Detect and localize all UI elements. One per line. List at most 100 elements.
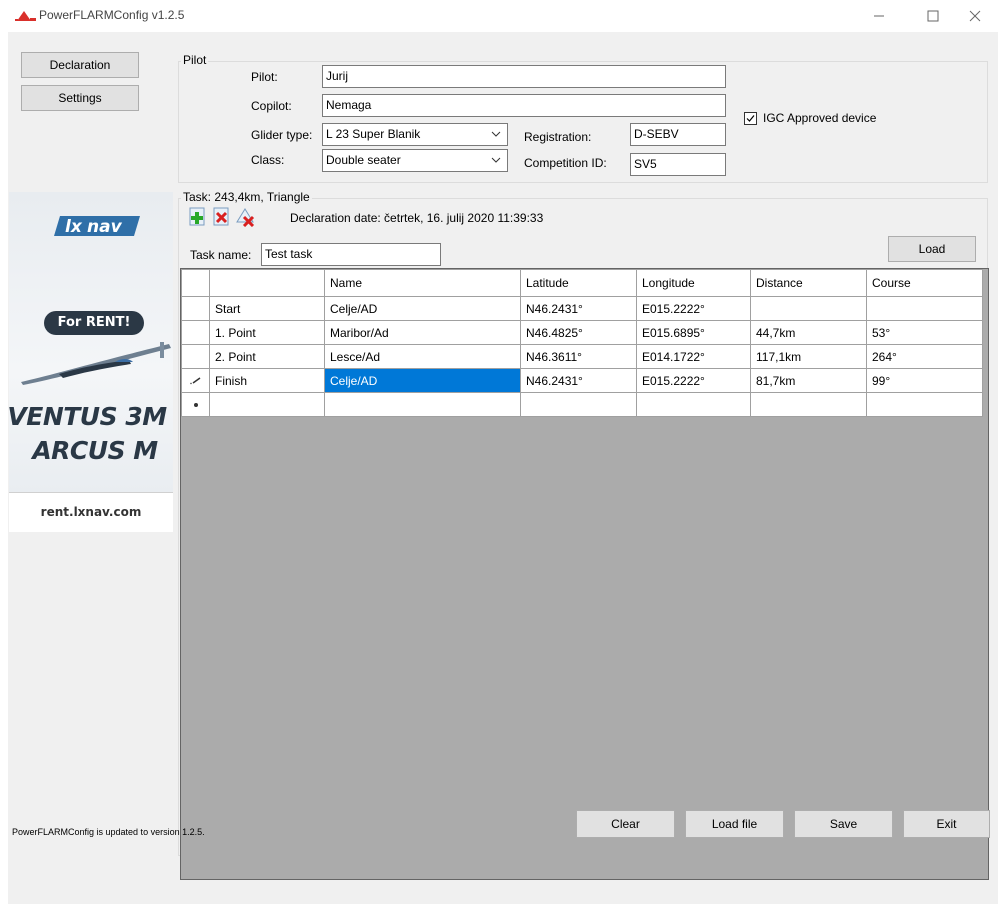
table-cell[interactable]: 2. Point: [209, 344, 325, 369]
glider-type-label: Glider type:: [251, 128, 313, 142]
lxnav-logo: lx nav: [54, 216, 140, 237]
row-header[interactable]: [181, 392, 210, 417]
add-point-icon[interactable]: [188, 207, 208, 227]
class-label: Class:: [251, 153, 285, 167]
column-header-course[interactable]: Course: [866, 269, 983, 297]
table-row[interactable]: 1. Point Maribor/Ad N46.4825° E015.6895°…: [181, 320, 983, 345]
table-cell[interactable]: [209, 392, 325, 417]
table-cell[interactable]: Maribor/Ad: [324, 320, 521, 345]
declaration-date: Declaration date: četrtek, 16. julij 202…: [290, 211, 544, 225]
table-cell[interactable]: [866, 296, 983, 321]
task-points-table: Name Latitude Longitude Distance Course …: [181, 269, 983, 417]
copilot-input[interactable]: Nemaga: [322, 94, 726, 117]
column-header-distance[interactable]: Distance: [750, 269, 867, 297]
minimize-button[interactable]: [856, 0, 902, 32]
table-row[interactable]: 2. Point Lesce/Ad N46.3611° E014.1722° 1…: [181, 344, 983, 369]
clear-task-icon[interactable]: [236, 207, 256, 227]
task-points-grid[interactable]: Name Latitude Longitude Distance Course …: [180, 268, 989, 880]
task-group-legend: Task: 243,4km, Triangle: [181, 190, 312, 204]
table-cell[interactable]: 99°: [866, 368, 983, 393]
svg-text:nav: nav: [87, 217, 123, 237]
table-cell[interactable]: Lesce/Ad: [324, 344, 521, 369]
table-cell[interactable]: [750, 296, 867, 321]
close-button[interactable]: [952, 0, 998, 32]
column-header-type[interactable]: [209, 269, 325, 297]
minimize-icon: [874, 15, 884, 17]
competition-id-input[interactable]: SV5: [630, 153, 726, 176]
class-value: Double seater: [326, 153, 401, 167]
glider-type-select[interactable]: L 23 Super Blanik: [322, 123, 508, 146]
row-header[interactable]: [181, 368, 210, 393]
row-header[interactable]: [181, 344, 210, 369]
declaration-button[interactable]: Declaration: [21, 52, 139, 78]
lxnav-advertisement[interactable]: lx nav For RENT! VENTUS 3M ARCUS M rent.…: [9, 192, 173, 532]
clear-button[interactable]: Clear: [576, 810, 675, 838]
table-cell[interactable]: Celje/AD: [324, 296, 521, 321]
column-header-name[interactable]: Name: [324, 269, 521, 297]
table-cell[interactable]: [520, 392, 637, 417]
table-cell[interactable]: Start: [209, 296, 325, 321]
client-area: Declaration Settings lx nav For RENT! VE…: [8, 32, 998, 904]
status-text: PowerFLARMConfig is updated to version 1…: [12, 827, 205, 837]
registration-label: Registration:: [524, 130, 592, 144]
table-cell[interactable]: 117,1km: [750, 344, 867, 369]
column-header-longitude[interactable]: Longitude: [636, 269, 751, 297]
table-cell[interactable]: N46.4825°: [520, 320, 637, 345]
table-cell[interactable]: [324, 392, 521, 417]
window-title: PowerFLARMConfig v1.2.5: [39, 8, 185, 22]
table-cell-selected[interactable]: Celje/AD: [324, 368, 521, 393]
close-icon: [969, 10, 981, 22]
delete-point-icon[interactable]: [212, 207, 232, 227]
igc-approved-checkbox[interactable]: [744, 112, 757, 125]
table-cell[interactable]: E015.2222°: [636, 368, 751, 393]
row-header[interactable]: [181, 320, 210, 345]
load-file-button[interactable]: Load file: [685, 810, 784, 838]
pilot-input[interactable]: Jurij: [322, 65, 726, 88]
settings-button[interactable]: Settings: [21, 85, 139, 111]
table-cell[interactable]: 1. Point: [209, 320, 325, 345]
table-cell[interactable]: N46.2431°: [520, 296, 637, 321]
chevron-down-icon: [491, 131, 501, 137]
app-logo-icon: [15, 11, 36, 21]
table-cell[interactable]: E015.2222°: [636, 296, 751, 321]
ad-headline-ventus: VENTUS 3M: [9, 402, 167, 431]
table-cell[interactable]: 264°: [866, 344, 983, 369]
table-cell[interactable]: [866, 392, 983, 417]
class-select[interactable]: Double seater: [322, 149, 508, 172]
glider-image: [21, 342, 171, 385]
task-name-label: Task name:: [190, 248, 252, 262]
for-rent-badge: For RENT!: [44, 311, 144, 335]
table-cell[interactable]: E015.6895°: [636, 320, 751, 345]
exit-button[interactable]: Exit: [903, 810, 990, 838]
ad-headline-arcus: ARCUS M: [32, 436, 158, 465]
table-cell[interactable]: [636, 392, 751, 417]
copilot-label: Copilot:: [251, 99, 292, 113]
registration-input[interactable]: D-SEBV: [630, 123, 726, 146]
row-header-corner: [181, 269, 210, 297]
row-header[interactable]: [181, 296, 210, 321]
title-bar: PowerFLARMConfig v1.2.5: [0, 0, 998, 32]
table-row[interactable]: Start Celje/AD N46.2431° E015.2222°: [181, 296, 983, 321]
ad-separator: [9, 492, 173, 493]
load-task-button[interactable]: Load: [888, 236, 976, 262]
table-cell[interactable]: E014.1722°: [636, 344, 751, 369]
igc-approved-label: IGC Approved device: [763, 111, 877, 125]
table-row[interactable]: Finish Celje/AD N46.2431° E015.2222° 81,…: [181, 368, 983, 393]
table-cell[interactable]: 53°: [866, 320, 983, 345]
pencil-icon: [189, 376, 200, 384]
column-header-latitude[interactable]: Latitude: [520, 269, 637, 297]
maximize-button[interactable]: [910, 0, 956, 32]
table-cell[interactable]: N46.3611°: [520, 344, 637, 369]
table-cell[interactable]: Finish: [209, 368, 325, 393]
pilot-group-legend: Pilot: [181, 53, 209, 67]
table-cell[interactable]: N46.2431°: [520, 368, 637, 393]
save-button[interactable]: Save: [794, 810, 893, 838]
table-cell[interactable]: 44,7km: [750, 320, 867, 345]
table-header-row: Name Latitude Longitude Distance Course: [181, 269, 983, 297]
table-cell[interactable]: [750, 392, 867, 417]
task-name-input[interactable]: Test task: [261, 243, 441, 266]
table-row-new[interactable]: [181, 392, 983, 417]
new-row-asterisk-icon: [193, 402, 198, 407]
table-cell[interactable]: 81,7km: [750, 368, 867, 393]
chevron-down-icon: [491, 157, 501, 163]
